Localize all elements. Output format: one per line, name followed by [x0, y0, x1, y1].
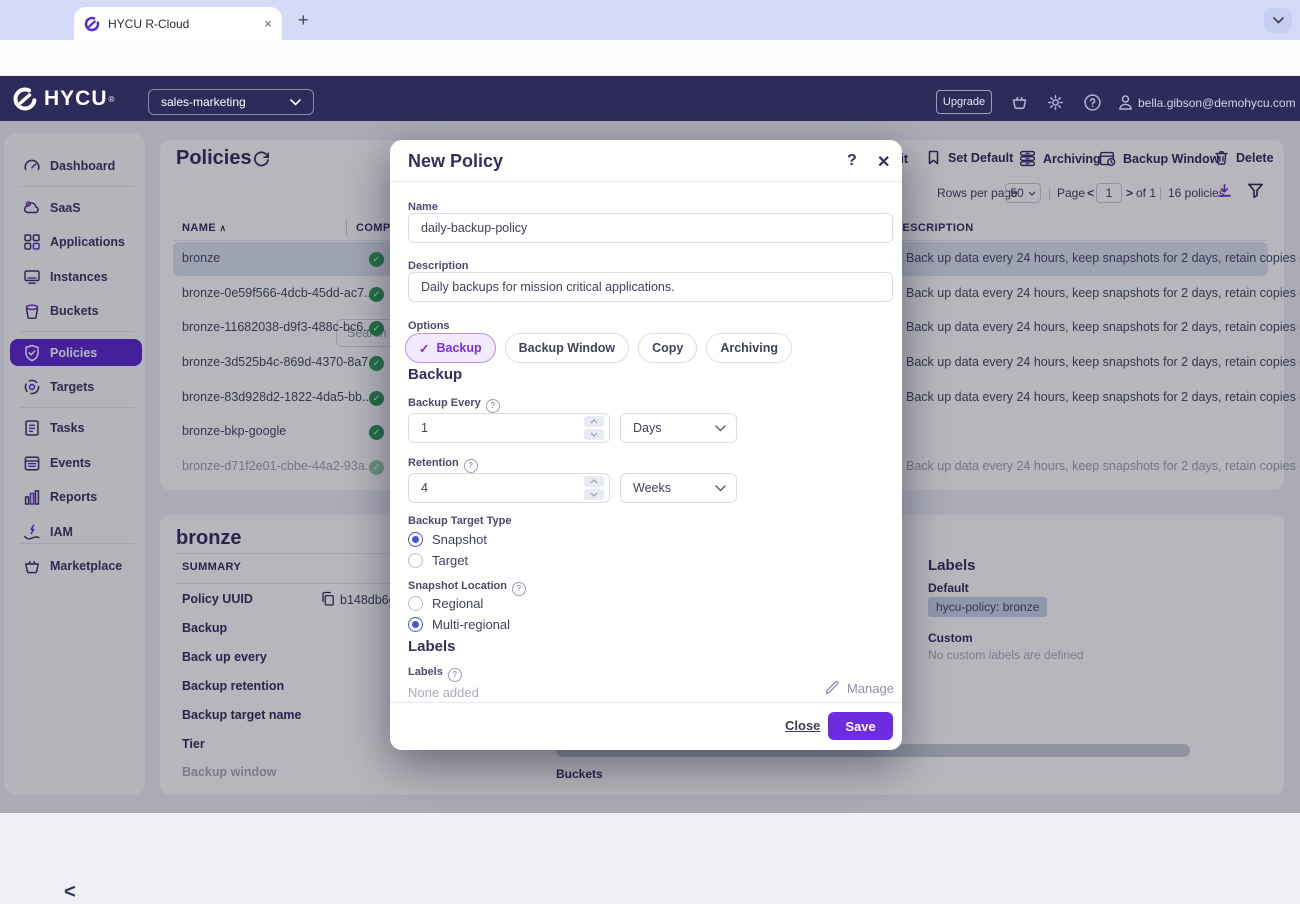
radio-snapshot[interactable]: Snapshot	[408, 532, 487, 547]
new-tab-icon[interactable]: +	[298, 11, 309, 29]
stepper-down-button[interactable]	[584, 429, 604, 440]
backup-section-heading: Backup	[408, 366, 462, 383]
modal-header: New Policy ? ✕	[390, 140, 902, 182]
labels-label: Labels?	[408, 666, 462, 682]
tab-title: HYCU R-Cloud	[108, 17, 264, 31]
retention-label: Retention?	[408, 457, 478, 473]
backup-target-type-label: Backup Target Type	[408, 515, 512, 527]
radio-regional[interactable]: Regional	[408, 596, 483, 611]
info-icon[interactable]: ?	[486, 399, 500, 413]
info-icon[interactable]: ?	[448, 668, 462, 682]
retention-unit-select[interactable]: Weeks	[620, 473, 737, 503]
marketplace-icon[interactable]	[1010, 93, 1029, 112]
registered-mark: ®	[109, 95, 115, 104]
modal-help-icon[interactable]: ?	[847, 152, 857, 170]
save-button[interactable]: Save	[828, 712, 893, 740]
stepper-up-button[interactable]	[584, 476, 604, 487]
upgrade-button[interactable]: Upgrade	[936, 90, 992, 114]
chevron-down-icon	[715, 485, 726, 492]
description-field[interactable]	[408, 272, 893, 302]
option-chip-copy[interactable]: Copy	[638, 333, 697, 363]
description-label: Description	[408, 260, 469, 272]
name-label: Name	[408, 201, 438, 213]
browser-tab[interactable]: HYCU R-Cloud ×	[74, 7, 282, 40]
radio-multi-regional[interactable]: Multi-regional	[408, 617, 510, 632]
user-email[interactable]: bella.gibson@demohycu.com	[1138, 96, 1296, 110]
app-header: HYCU ® sales-marketing Upgrade bella.gib…	[0, 76, 1300, 121]
brand-name: HYCU	[44, 87, 108, 111]
backup-every-unit-select[interactable]: Days	[620, 413, 737, 443]
option-chip-backup[interactable]: ✓ Backup	[405, 333, 496, 363]
modal-title: New Policy	[408, 151, 503, 172]
workspace-name: sales-marketing	[161, 95, 246, 109]
chevron-down-icon	[715, 425, 726, 432]
modal-footer: Close Save	[390, 702, 902, 750]
radio-target[interactable]: Target	[408, 553, 468, 568]
stepper-up-button[interactable]	[584, 416, 604, 427]
retention-input[interactable]	[408, 473, 610, 503]
hycu-logo-icon	[12, 86, 38, 112]
user-icon[interactable]	[1116, 93, 1135, 112]
chevron-down-icon	[1273, 17, 1284, 24]
option-chip-archiving[interactable]: Archiving	[706, 333, 792, 363]
labels-empty-text: None added	[408, 685, 479, 700]
tab-search-chevron[interactable]	[1264, 8, 1292, 33]
info-icon[interactable]: ?	[464, 459, 478, 473]
manage-labels-button[interactable]: Manage	[824, 680, 894, 696]
snapshot-location-label: Snapshot Location?	[408, 580, 526, 596]
name-field[interactable]	[408, 213, 893, 243]
help-icon[interactable]	[1083, 93, 1102, 112]
info-icon[interactable]: ?	[512, 582, 526, 596]
browser-toolbar: ← → ↻ r-cloud.hycu.com/app/policies ☆ A …	[0, 40, 1300, 76]
radio-selected-icon	[408, 532, 423, 547]
tab-close-icon[interactable]: ×	[264, 17, 272, 30]
new-policy-modal: New Policy ? ✕ Name Description Options …	[390, 140, 902, 750]
check-icon: ✓	[419, 341, 429, 356]
stepper-down-button[interactable]	[584, 489, 604, 500]
radio-unselected-icon	[408, 596, 423, 611]
backup-every-input[interactable]	[408, 413, 610, 443]
settings-gear-icon[interactable]	[1046, 93, 1065, 112]
hycu-favicon-icon	[84, 16, 100, 32]
hycu-logo: HYCU ®	[12, 86, 114, 112]
modal-close-icon[interactable]: ✕	[877, 152, 890, 172]
pencil-icon	[824, 680, 840, 696]
options-label: Options	[408, 320, 450, 332]
radio-selected-icon	[408, 617, 423, 632]
browser-tab-strip: HYCU R-Cloud × +	[0, 0, 1300, 40]
sidebar-collapse-icon[interactable]: <	[64, 881, 76, 904]
option-chip-backup-window[interactable]: Backup Window	[505, 333, 629, 363]
radio-unselected-icon	[408, 553, 423, 568]
labels-section-heading: Labels	[408, 638, 456, 655]
workspace-dropdown[interactable]: sales-marketing	[148, 89, 314, 115]
close-button[interactable]: Close	[785, 718, 820, 733]
backup-every-label: Backup Every?	[408, 397, 500, 413]
chevron-down-icon	[290, 99, 301, 106]
